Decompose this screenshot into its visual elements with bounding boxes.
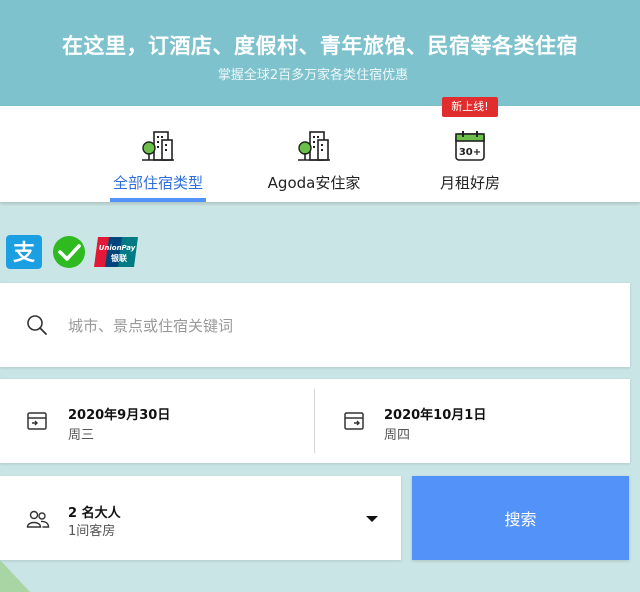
tab-monthly-rentals[interactable]: 30+ 月租好房 (430, 106, 510, 202)
tab-all-properties[interactable]: 全部住宿类型 (110, 106, 206, 202)
checkout-date[interactable]: 2020年10月1日 周四 (315, 379, 630, 463)
svg-text:30+: 30+ (459, 147, 481, 158)
svg-text:银联: 银联 (110, 253, 127, 263)
search-input[interactable] (66, 311, 590, 341)
rooms-count: 1间客房 (68, 524, 116, 539)
background-decoration (0, 560, 30, 592)
alipay-icon: 支 (6, 235, 42, 269)
search-icon (27, 315, 47, 335)
hero-title: 在这里，订酒店、度假村、青年旅馆、民宿等各类住宿 (62, 33, 578, 58)
guests-rooms-selector[interactable]: 2 名大人 1间客房 (0, 476, 401, 560)
checkin-date[interactable]: 2020年9月30日 周三 (0, 379, 314, 463)
checkout-calendar-icon (344, 412, 364, 430)
chevron-down-icon[interactable] (366, 516, 378, 522)
tab-label: Agoda安住家 (267, 174, 361, 192)
svg-text:支: 支 (13, 241, 36, 266)
new-badge: 新上线! (442, 97, 498, 117)
svg-text:UnionPay: UnionPay (99, 244, 136, 252)
people-icon (26, 510, 50, 528)
property-type-tabs: 全部住宿类型 Agoda安住家 30+ 月租好房 (0, 106, 640, 202)
active-tab-indicator (110, 198, 206, 202)
checkin-weekday: 周三 (68, 428, 95, 443)
unionpay-icon: UnionPay 银联 (94, 237, 138, 267)
tab-label: 月租好房 (439, 174, 500, 192)
tab-label: 全部住宿类型 (112, 174, 203, 192)
hero-banner: 在这里，订酒店、度假村、青年旅馆、民宿等各类住宿 掌握全球2百多万家各类住宿优惠 (0, 0, 640, 106)
checkin-calendar-icon (27, 412, 47, 430)
hero-subtitle: 掌握全球2百多万家各类住宿优惠 (217, 68, 409, 83)
tab-agoda-homes[interactable]: Agoda安住家 (264, 106, 364, 202)
building-tree-icon (142, 131, 174, 161)
adults-count: 2 名大人 (68, 506, 121, 521)
checkout-date-value: 2020年10月1日 (384, 408, 487, 423)
date-range: 2020年9月30日 周三 2020年10月1日 周四 (0, 379, 630, 463)
checkin-date-value: 2020年9月30日 (68, 408, 171, 423)
building-tree-icon (298, 131, 330, 161)
search-button[interactable]: 搜索 (412, 476, 629, 560)
calendar-30-icon: 30+ (455, 131, 485, 161)
wechat-pay-icon (53, 236, 85, 268)
destination-search[interactable] (0, 283, 630, 367)
checkout-weekday: 周四 (384, 428, 411, 443)
